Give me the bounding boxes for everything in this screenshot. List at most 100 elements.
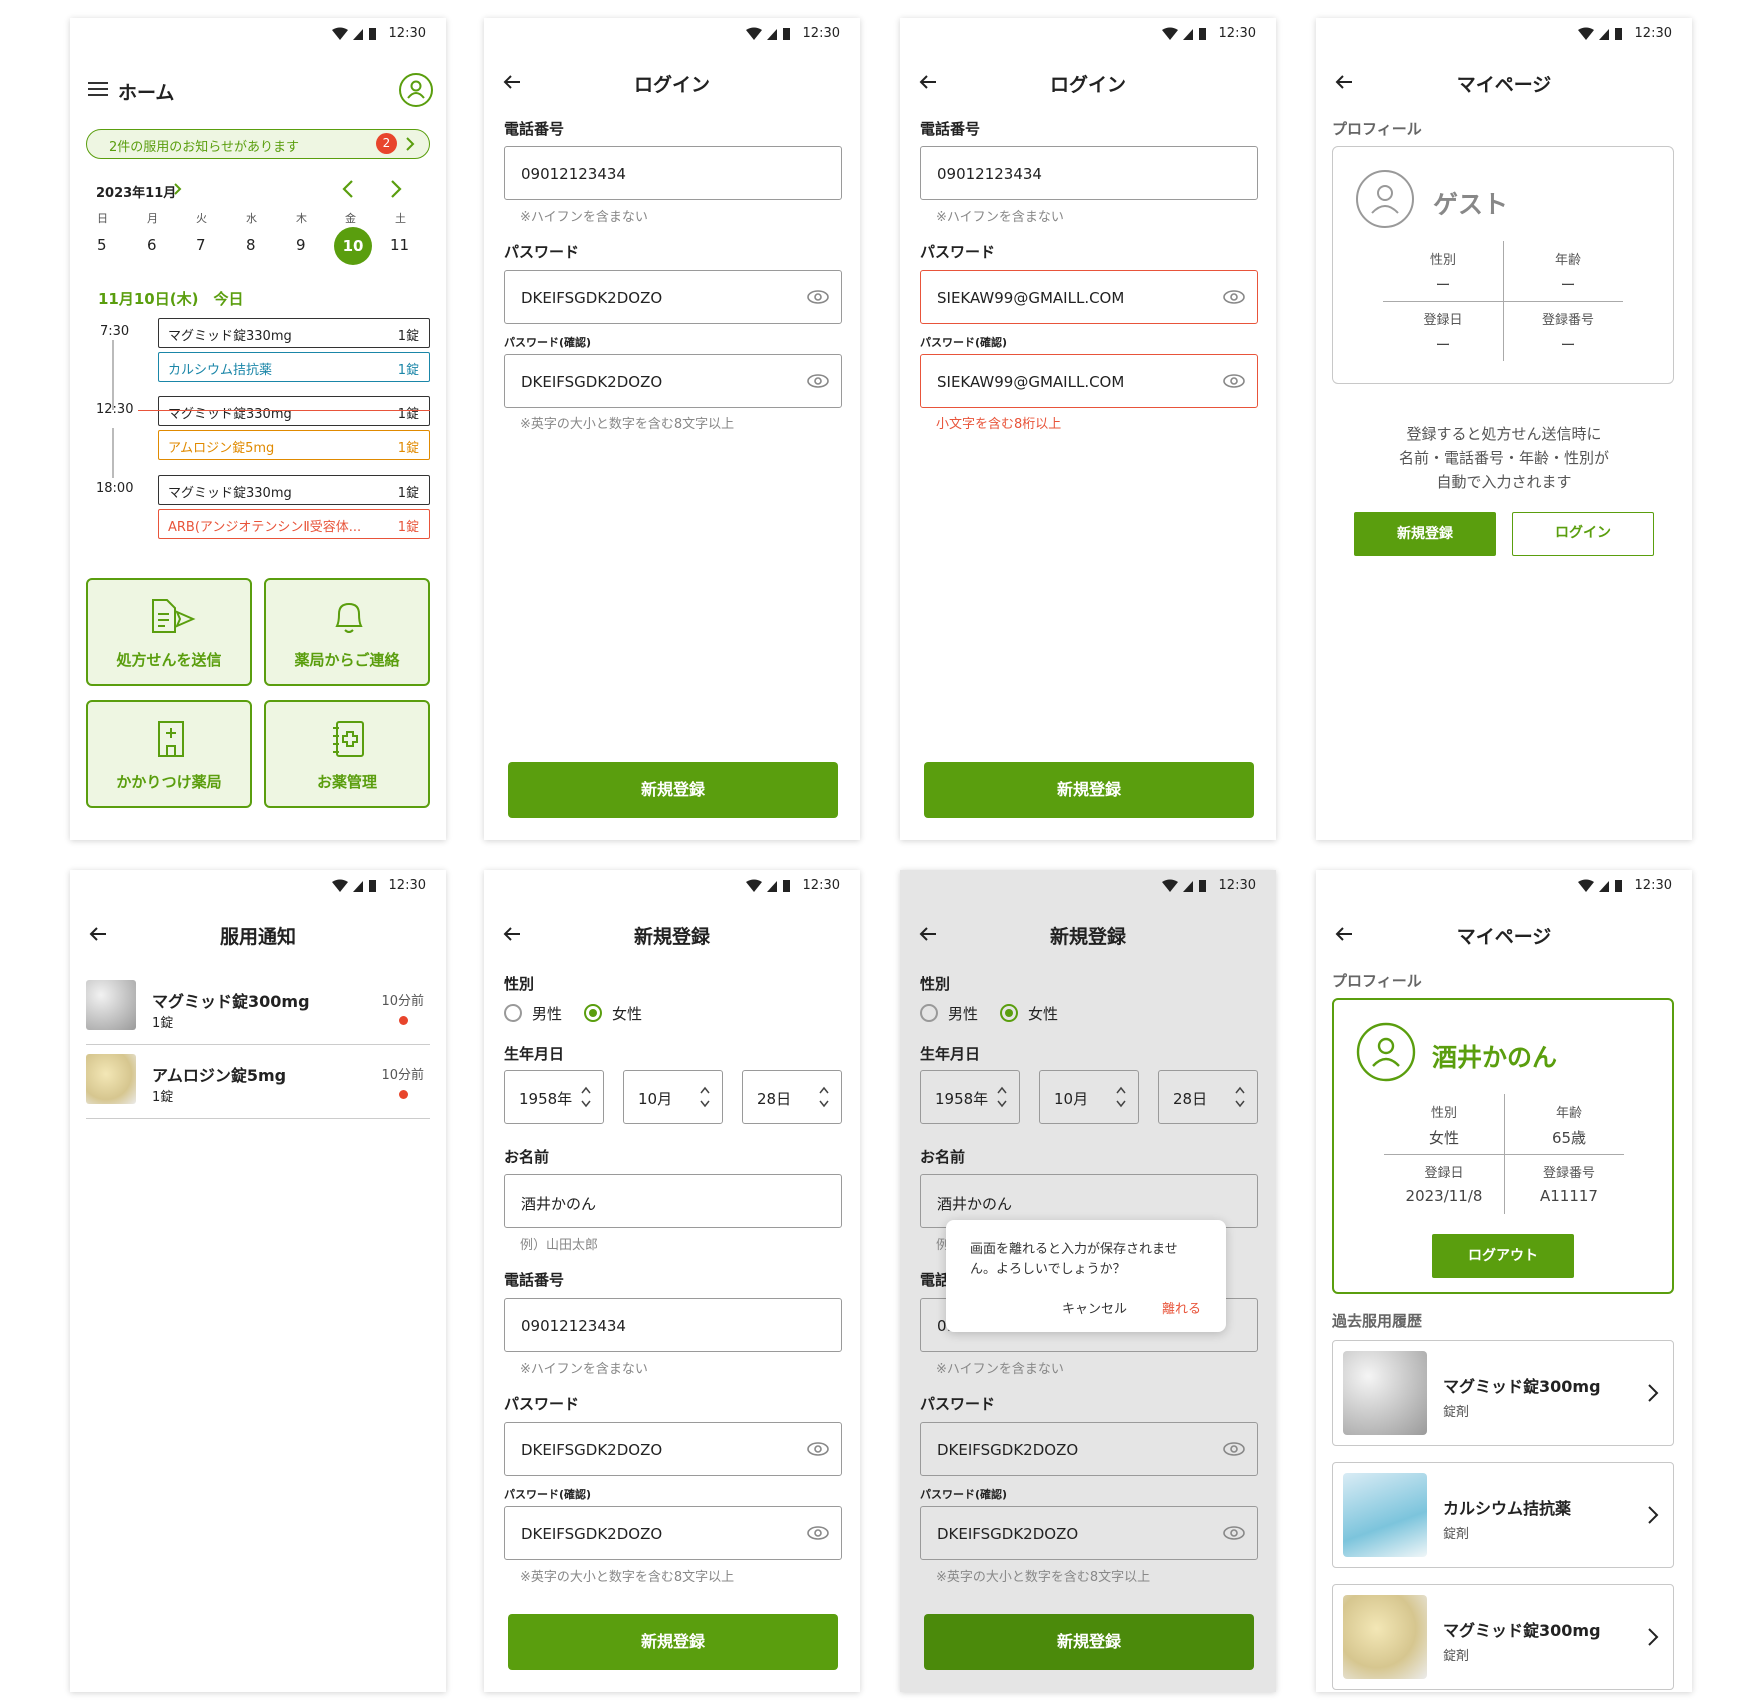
history-item[interactable]: マグミッド錠300mg 錠剤 [1332,1340,1674,1446]
tile-pharmacy-contact[interactable]: 薬局からご連絡 [264,578,430,686]
gender-cell: 性別 女性 [1384,1102,1504,1148]
reg-no-key: 登録番号 [1542,1166,1595,1181]
pharmacy-icon [158,721,184,757]
phone-input[interactable]: 09012123434 [504,1298,842,1352]
eye-icon[interactable] [807,1524,829,1542]
day-cell[interactable]: 7 [196,236,206,254]
user-icon[interactable] [398,72,434,108]
password-confirm-input[interactable]: DKEIFSGDK2DOZO [920,1506,1258,1560]
reg-no-cell: 登録番号 A11117 [1509,1162,1629,1205]
notice-banner[interactable]: 2件の服用のお知らせがあります 2 [86,129,430,159]
calendar-month[interactable]: 2023年11月 [96,182,176,201]
month-select[interactable]: 10月 [1039,1070,1139,1124]
gender-value: 女性 [1428,1129,1459,1147]
password-confirm-input[interactable]: SIEKAW99@GMAILL.COM [920,354,1258,408]
password-confirm-input[interactable]: DKEIFSGDK2DOZO [504,1506,842,1560]
password-input[interactable]: SIEKAW99@GMAILL.COM [920,270,1258,324]
day-cell-selected[interactable]: 10 [334,227,372,265]
register-button[interactable]: 新規登録 [508,1614,838,1670]
status-time: 12:30 [1218,878,1256,893]
eye-icon[interactable] [807,372,829,390]
reg-date-key: 登録日 [1423,313,1463,328]
register-button[interactable]: 新規登録 [1354,512,1496,556]
register-button[interactable]: 新規登録 [508,762,838,818]
med-qty: 1錠 [397,441,419,456]
today-label: 11月10日(木) 今日 [98,290,244,308]
password-confirm-input[interactable]: DKEIFSGDK2DOZO [504,354,842,408]
gender-value: ー [1435,276,1451,294]
password-input[interactable]: DKEIFSGDK2DOZO [920,1422,1258,1476]
logout-button[interactable]: ログアウト [1432,1234,1574,1278]
dialog-leave-button[interactable]: 離れる [1162,1298,1201,1317]
day-cell[interactable]: 8 [246,236,256,254]
chevron-updown-icon [997,1086,1007,1108]
mypage-user-screen: 12:30 マイページ プロフィール 酒井かのん 性別 女性 年齢 65歳 登録日 2… [1316,870,1692,1692]
gender-cell: 性別ー [1383,249,1503,295]
password-value: SIEKAW99@GMAILL.COM [937,289,1125,307]
day-select[interactable]: 28日 [1158,1070,1258,1124]
chevron-right-icon[interactable] [390,180,402,198]
med-item[interactable]: カルシウム拮抗薬 1錠 [158,352,430,382]
bell-icon [335,602,363,633]
status-icons [332,879,376,892]
tile-family-pharmacy[interactable]: かかりつけ薬局 [86,700,252,808]
history-item[interactable]: マグミッド錠300mg 錠剤 [1332,1584,1674,1690]
age-value: 65歳 [1551,1129,1587,1147]
eye-icon[interactable] [1223,1524,1245,1542]
day-cell[interactable]: 9 [296,236,306,254]
login-button[interactable]: ログイン [1512,512,1654,556]
tile-send-prescription[interactable]: 処方せんを送信 [86,578,252,686]
password-label: パスワード [920,1395,996,1413]
male-radio[interactable] [504,1004,522,1022]
phone-hint: ※ハイフンを含まない [936,1362,1064,1377]
female-radio[interactable] [1000,1004,1018,1022]
status-bar: 12:30 [900,870,1276,900]
tile-label: お薬管理 [316,773,377,791]
birth-label: 生年月日 [920,1045,981,1063]
status-icons [746,27,790,40]
notification-item[interactable]: マグミッド錠300mg 1錠 10分前 [86,974,430,1045]
password-confirm-value: DKEIFSGDK2DOZO [937,1525,1079,1543]
day-cell[interactable]: 11 [390,236,409,254]
menu-icon[interactable] [88,81,108,97]
med-item[interactable]: ARB(アンジオテンシンⅡ受容体... 1錠 [158,509,430,539]
password-hint: ※英字の大小と数字を含む8文字以上 [936,1570,1151,1585]
password-input[interactable]: DKEIFSGDK2DOZO [504,1422,842,1476]
day-select[interactable]: 28日 [742,1070,842,1124]
app-bar: ログイン [900,58,1276,114]
phone-input[interactable]: 09012123434 [504,146,842,200]
dialog-cancel-button[interactable]: キャンセル [1062,1298,1127,1317]
tile-medicine-management[interactable]: お薬管理 [264,700,430,808]
female-radio[interactable] [584,1004,602,1022]
chevron-left-icon[interactable] [342,180,354,198]
eye-icon[interactable] [1223,372,1245,390]
status-icons [1162,879,1206,892]
male-radio[interactable] [920,1004,938,1022]
page-title: ホーム [118,82,175,104]
reg-date-value: ー [1435,336,1451,354]
phone-label: 電話番号 [504,120,565,138]
phone-input[interactable]: 09012123434 [920,146,1258,200]
med-item[interactable]: アムロジン錠5mg 1錠 [158,430,430,460]
day-cell[interactable]: 6 [147,236,157,254]
chevron-right-icon[interactable] [174,183,182,195]
password-confirm-value: SIEKAW99@GMAILL.COM [937,373,1125,391]
history-item[interactable]: カルシウム拮抗薬 錠剤 [1332,1462,1674,1568]
dialog-message: 画面を離れると入力が保存されませ ん。よろしいでしょうか？ [970,1240,1178,1280]
eye-icon[interactable] [807,288,829,306]
register-button[interactable]: 新規登録 [924,1614,1254,1670]
med-item[interactable]: マグミッド錠330mg 1錠 [158,318,430,348]
eye-icon[interactable] [1223,1440,1245,1458]
med-item[interactable]: マグミッド錠330mg 1錠 [158,475,430,505]
register-button[interactable]: 新規登録 [924,762,1254,818]
med-item[interactable]: マグミッド錠330mg 1錠 [158,396,430,426]
month-select[interactable]: 10月 [623,1070,723,1124]
notification-item[interactable]: アムロジン錠5mg 1錠 10分前 [86,1048,430,1119]
password-input[interactable]: DKEIFSGDK2DOZO [504,270,842,324]
eye-icon[interactable] [807,1440,829,1458]
year-select[interactable]: 1958年 [920,1070,1020,1124]
name-input[interactable]: 酒井かのん [504,1174,842,1228]
day-cell[interactable]: 5 [97,236,107,254]
year-select[interactable]: 1958年 [504,1070,604,1124]
eye-icon[interactable] [1223,288,1245,306]
